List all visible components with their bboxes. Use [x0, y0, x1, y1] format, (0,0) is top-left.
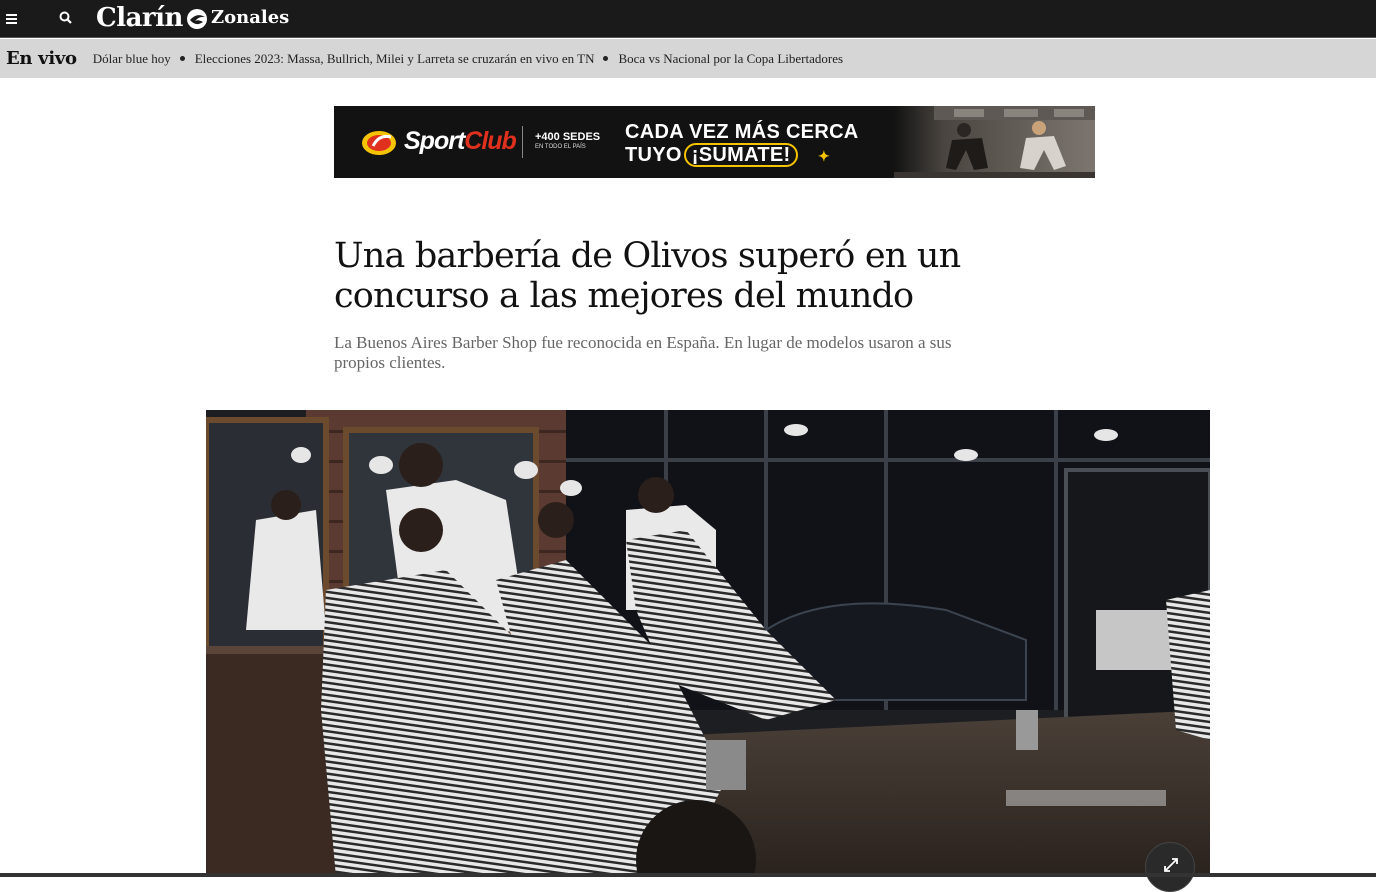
- live-news-bar: En vivo Dólar blue hoy Elecciones 2023: …: [0, 39, 1376, 78]
- ad-fitness-photo: [894, 106, 1095, 178]
- ad-tagline-2-prefix: TUYO: [625, 144, 682, 166]
- expand-photo-button[interactable]: [1145, 842, 1195, 892]
- sportclub-ad-banner[interactable]: SportClub +400 SEDES EN TODO EL PAÍS CAD…: [334, 106, 1095, 178]
- logo-mark-icon: [186, 7, 208, 29]
- bottom-edge: [0, 873, 1376, 877]
- expand-icon: [1164, 858, 1178, 872]
- live-link-dolar[interactable]: Dólar blue hoy: [93, 51, 171, 67]
- sportclub-logo-icon: [361, 128, 401, 156]
- ad-cta-button[interactable]: ¡SUMATE!: [683, 143, 799, 167]
- article-subhead: La Buenos Aires Barber Shop fue reconoci…: [334, 333, 952, 372]
- search-icon[interactable]: [58, 10, 74, 26]
- ad-sedes-sub: EN TODO EL PAÍS: [535, 144, 586, 150]
- live-link-boca[interactable]: Boca vs Nacional por la Copa Libertadore…: [618, 51, 843, 67]
- clarin-logo[interactable]: Clarín: [96, 3, 208, 33]
- ad-divider: [522, 126, 523, 158]
- hamburger-icon[interactable]: [6, 10, 20, 26]
- article-headline: Una barbería de Olivos superó en un conc…: [334, 236, 961, 316]
- article-main-photo[interactable]: [206, 410, 1210, 877]
- live-label: En vivo: [6, 48, 77, 69]
- separator-dot: [179, 56, 185, 61]
- separator-dot: [603, 56, 609, 61]
- live-link-elecciones[interactable]: Elecciones 2023: Massa, Bullrich, Milei …: [195, 51, 595, 67]
- top-navigation-bar: Clarín Zonales: [0, 0, 1376, 38]
- ad-sedes: +400 SEDES: [535, 131, 601, 143]
- ad-tagline-2: TUYO ¡SUMATE!: [625, 143, 799, 167]
- sparkle-icon: ✦: [818, 148, 830, 164]
- ad-brand-club: Club: [464, 127, 517, 155]
- section-title[interactable]: Zonales: [211, 7, 289, 29]
- ad-tagline-1: CADA VEZ MÁS CERCA: [625, 121, 859, 143]
- ad-brand-sport: Sport: [404, 127, 465, 155]
- ad-brand: SportClub: [404, 127, 517, 156]
- logo-text: Clarín: [96, 3, 183, 33]
